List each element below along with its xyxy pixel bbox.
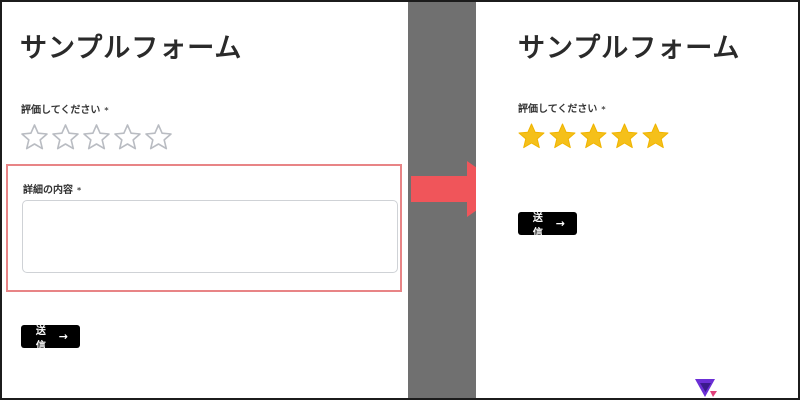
star-icon[interactable] — [51, 123, 82, 154]
detail-label-text: 詳細の内容 — [23, 185, 73, 196]
rating-label: 評価してください * — [21, 101, 109, 116]
detail-label: 詳細の内容 * — [23, 181, 81, 196]
highlighted-detail-field: 詳細の内容 * — [6, 164, 402, 292]
star-icon[interactable] — [20, 123, 51, 154]
submit-label: 送信 — [35, 325, 46, 352]
form-title: サンプルフォーム — [518, 33, 741, 64]
brand-logo-icon — [695, 379, 717, 397]
required-mark: * — [77, 185, 82, 195]
star-icon[interactable] — [610, 122, 641, 153]
arrow-right-icon: → — [555, 217, 565, 230]
star-icon[interactable] — [113, 123, 144, 154]
submit-button[interactable]: 送信 → — [518, 212, 577, 239]
star-icon[interactable] — [548, 122, 579, 153]
screenshot-frame: サンプルフォーム 評価してください * 詳細の内容 * 送信 → サンプルフォーム … — [0, 0, 800, 400]
star-icon[interactable] — [144, 123, 175, 154]
rating-label-text: 評価してください — [518, 104, 598, 115]
star-icon[interactable] — [517, 122, 548, 153]
form-panel-before: サンプルフォーム 評価してください * 詳細の内容 * 送信 → — [2, 2, 408, 398]
submit-label: 送信 — [532, 212, 543, 239]
arrow-right-icon: → — [58, 330, 68, 343]
star-icon[interactable] — [641, 122, 672, 153]
star-icon[interactable] — [579, 122, 610, 153]
star-rating-input[interactable] — [517, 122, 672, 153]
form-panel-after: サンプルフォーム 評価してください * 送信 → — [476, 2, 798, 398]
star-icon[interactable] — [82, 123, 113, 154]
star-rating-input[interactable] — [20, 123, 175, 154]
rating-label: 評価してください * — [518, 100, 606, 115]
submit-button[interactable]: 送信 → — [21, 325, 80, 352]
rating-label-text: 評価してください — [21, 105, 101, 116]
form-title: サンプルフォーム — [20, 33, 243, 64]
required-mark: * — [104, 105, 109, 115]
required-mark: * — [601, 104, 606, 114]
detail-textarea[interactable] — [22, 200, 398, 273]
